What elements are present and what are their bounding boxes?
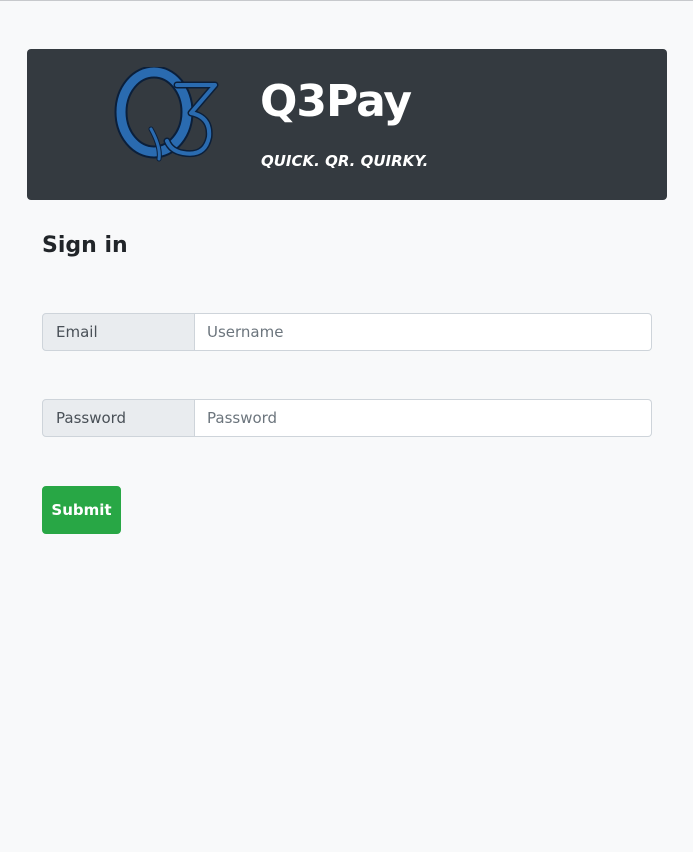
- password-input-group: Password: [42, 399, 652, 437]
- password-label: Password: [42, 399, 195, 437]
- brand-banner: Q3Pay QUICK. QR. QUIRKY.: [27, 49, 667, 200]
- password-field[interactable]: [195, 399, 652, 437]
- sign-in-page: Q3Pay QUICK. QR. QUIRKY. Sign in Email P…: [0, 0, 693, 852]
- email-label: Email: [42, 313, 195, 351]
- page-title: Sign in: [42, 233, 128, 258]
- submit-button[interactable]: Submit: [42, 486, 121, 534]
- q3-logo: [114, 67, 219, 162]
- email-field[interactable]: [195, 313, 652, 351]
- email-input-group: Email: [42, 313, 652, 351]
- brand-title: Q3Pay: [260, 76, 412, 127]
- brand-tagline: QUICK. QR. QUIRKY.: [261, 152, 429, 170]
